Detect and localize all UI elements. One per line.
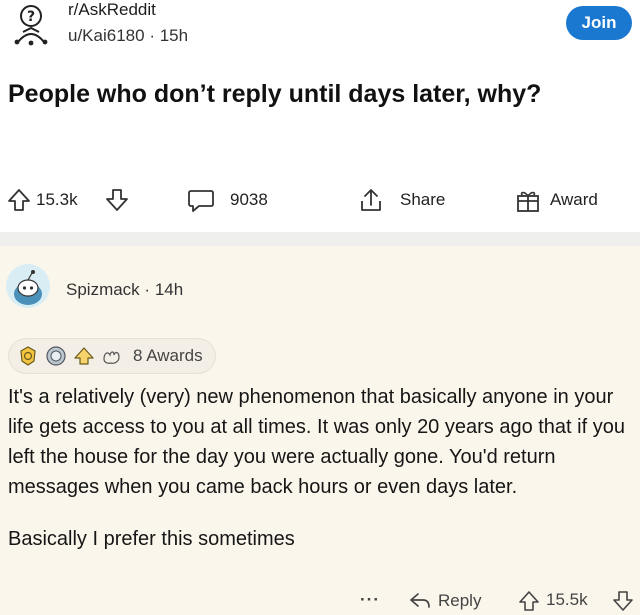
comment-body: It's a relatively (very) new phenomenon … bbox=[8, 382, 638, 576]
award-upvote-icon bbox=[74, 347, 94, 365]
comment-vote-count: 15.5k bbox=[546, 590, 588, 609]
reply-icon bbox=[410, 593, 430, 608]
upvote-icon bbox=[8, 189, 30, 211]
comment-card: Spizmack · 14h 8 Awards It's a relativel… bbox=[0, 246, 640, 615]
comment-icon bbox=[188, 190, 214, 212]
award-silver-icon bbox=[46, 346, 66, 366]
share-label: Share bbox=[400, 190, 446, 209]
comment-author[interactable]: Spizmack bbox=[66, 280, 140, 299]
downvote-button[interactable] bbox=[104, 182, 130, 218]
svg-text:?: ? bbox=[27, 9, 35, 25]
reply-label: Reply bbox=[438, 591, 482, 610]
subreddit-icon[interactable]: ? bbox=[8, 2, 54, 48]
post-card: ? r/AskReddit u/Kai6180 · 15h Join Peopl… bbox=[0, 0, 640, 232]
meta-separator: · bbox=[149, 26, 155, 45]
share-button[interactable]: Share bbox=[356, 182, 445, 218]
post-meta: u/Kai6180 · 15h bbox=[68, 26, 188, 46]
share-icon bbox=[361, 189, 381, 211]
post-title[interactable]: People who don’t reply until days later,… bbox=[8, 78, 628, 110]
downvote-icon bbox=[106, 189, 128, 211]
award-trophy-icon bbox=[20, 346, 36, 366]
post-author[interactable]: u/Kai6180 bbox=[68, 26, 145, 45]
upvote-icon bbox=[519, 591, 539, 611]
comment-meta: Spizmack · 14h bbox=[66, 280, 183, 300]
gift-icon bbox=[517, 191, 539, 212]
comment-paragraph: Basically I prefer this sometimes bbox=[8, 528, 295, 550]
join-button[interactable]: Join bbox=[566, 6, 632, 40]
post-age: 15h bbox=[159, 26, 189, 45]
meta-separator: · bbox=[144, 280, 151, 299]
post-actions: 15.3k 9038 Share Award bbox=[0, 182, 640, 218]
comment-age: 14h bbox=[154, 280, 184, 299]
comment-count: 9038 bbox=[230, 190, 268, 209]
upvote-button[interactable] bbox=[6, 182, 32, 218]
downvote-icon bbox=[613, 591, 633, 611]
award-button[interactable]: Award bbox=[514, 182, 598, 218]
comments-button[interactable]: 9038 bbox=[186, 182, 268, 218]
comment-downvote-button[interactable] bbox=[612, 590, 634, 612]
post-vote-count: 15.3k bbox=[36, 190, 78, 209]
subreddit-name[interactable]: r/AskReddit bbox=[68, 0, 156, 20]
reply-button[interactable]: Reply bbox=[408, 590, 481, 612]
awards-pill[interactable]: 8 Awards bbox=[8, 338, 216, 374]
comment-actions: ··· Reply 15.5k bbox=[0, 590, 640, 615]
comment-upvote-button[interactable] bbox=[518, 590, 540, 612]
awards-count: 8 Awards bbox=[133, 346, 203, 365]
comment-paragraph: It's a relatively (very) new phenomenon … bbox=[8, 386, 625, 498]
avatar[interactable] bbox=[6, 264, 50, 308]
award-hands-icon bbox=[103, 351, 120, 364]
section-divider bbox=[0, 232, 640, 246]
award-label: Award bbox=[550, 190, 598, 209]
more-options-button[interactable]: ··· bbox=[360, 590, 380, 610]
